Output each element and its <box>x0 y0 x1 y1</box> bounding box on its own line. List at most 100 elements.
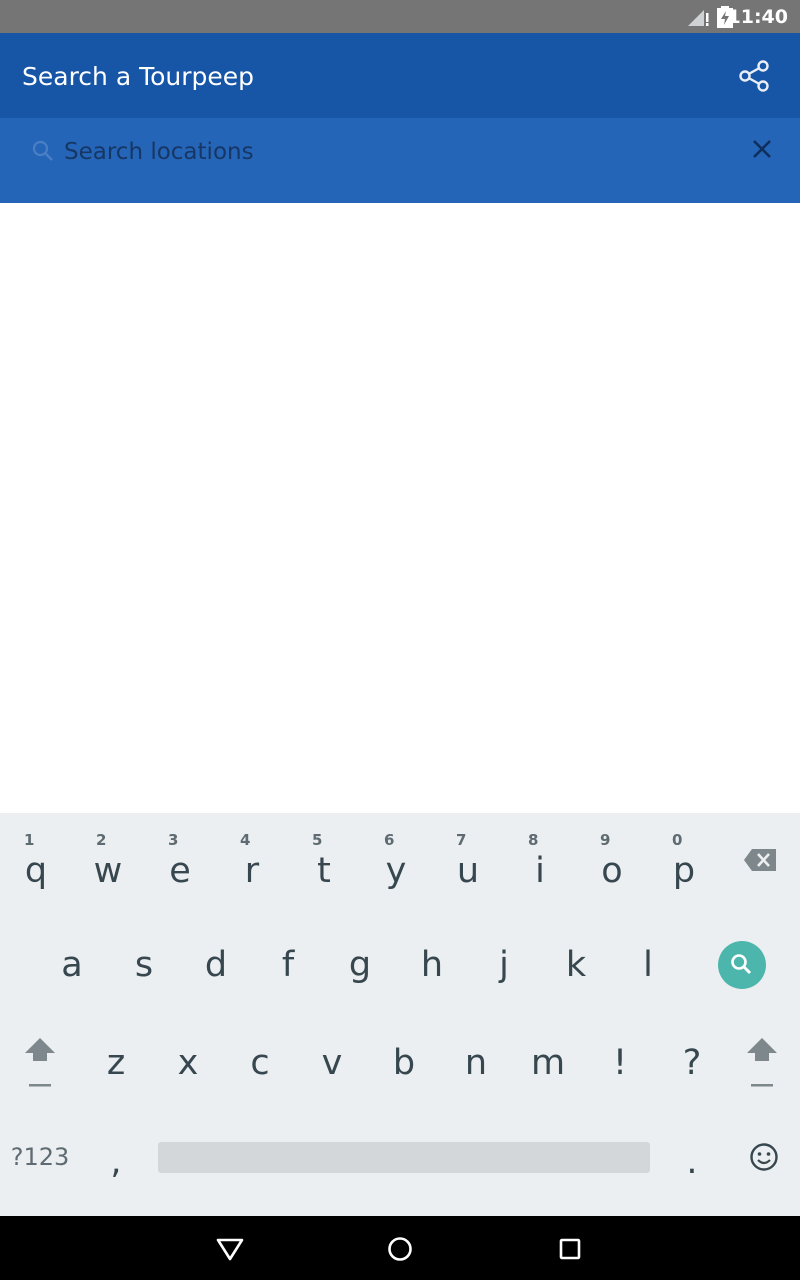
shift-key-right[interactable] <box>726 1019 798 1107</box>
key-v[interactable]: v <box>296 1019 368 1107</box>
key-hint: 5 <box>312 831 323 849</box>
key-label: z <box>106 1043 126 1083</box>
key-label: c <box>250 1043 270 1083</box>
page-title: Search a Tourpeep <box>22 62 255 91</box>
key-f[interactable]: f <box>252 921 324 1009</box>
search-icon <box>718 941 766 989</box>
key-label: i <box>535 851 545 891</box>
key-label: b <box>392 1043 416 1083</box>
key-label: d <box>204 945 228 985</box>
key-label: n <box>464 1043 488 1083</box>
emoji-icon <box>750 1143 778 1171</box>
key-d[interactable]: d <box>180 921 252 1009</box>
key-comma[interactable]: , <box>80 1117 152 1197</box>
key-label: y <box>385 851 407 891</box>
key-label: f <box>281 945 295 985</box>
key-label: w <box>93 851 123 891</box>
key-label: h <box>420 945 444 985</box>
search-icon <box>32 140 53 161</box>
key-hint: 4 <box>240 831 251 849</box>
search-action-key[interactable] <box>706 921 778 1009</box>
key-x[interactable]: x <box>152 1019 224 1107</box>
key-label: s <box>134 945 154 985</box>
recents-square-icon <box>559 1238 581 1260</box>
key-s[interactable]: s <box>108 921 180 1009</box>
key-p[interactable]: 0p <box>648 823 720 911</box>
recents-button[interactable] <box>550 1229 590 1269</box>
key-hint: 3 <box>168 831 179 849</box>
soft-keyboard: 1q 2w 3e 4r 5t 6y 7u 8i 9o 0p a s d f g … <box>0 813 800 1216</box>
spacebar[interactable] <box>158 1142 650 1173</box>
key-label: . <box>686 1142 698 1182</box>
key-label: t <box>317 851 331 891</box>
key-i[interactable]: 8i <box>504 823 576 911</box>
key-j[interactable]: j <box>468 921 540 1009</box>
key-w[interactable]: 2w <box>72 823 144 911</box>
shift-icon <box>747 1038 777 1087</box>
clear-search-button[interactable] <box>745 132 779 166</box>
key-hint: 1 <box>24 831 35 849</box>
key-y[interactable]: 6y <box>360 823 432 911</box>
key-h[interactable]: h <box>396 921 468 1009</box>
key-label: x <box>177 1043 199 1083</box>
key-hint: 8 <box>528 831 539 849</box>
key-q[interactable]: 1q <box>0 823 72 911</box>
search-input[interactable] <box>64 134 714 170</box>
close-icon <box>753 140 771 158</box>
share-icon <box>739 60 769 92</box>
key-label: ! <box>612 1043 628 1083</box>
key-label: j <box>499 945 509 985</box>
symbols-key[interactable]: ?123 <box>2 1117 78 1197</box>
key-question[interactable]: ? <box>656 1019 728 1107</box>
shift-key-left[interactable] <box>4 1019 76 1107</box>
signal-icon <box>688 10 709 26</box>
key-label: ?123 <box>10 1143 70 1171</box>
key-hint: 0 <box>672 831 683 849</box>
key-label: o <box>601 851 623 891</box>
app-bar: Search a Tourpeep <box>0 33 800 118</box>
key-label: a <box>61 945 83 985</box>
key-label: g <box>348 945 372 985</box>
key-label: l <box>643 945 653 985</box>
key-t[interactable]: 5t <box>288 823 360 911</box>
key-period[interactable]: . <box>656 1117 728 1197</box>
key-r[interactable]: 4r <box>216 823 288 911</box>
key-label: r <box>244 851 260 891</box>
key-label: m <box>530 1043 566 1083</box>
key-hint: 2 <box>96 831 107 849</box>
key-l[interactable]: l <box>612 921 684 1009</box>
key-b[interactable]: b <box>368 1019 440 1107</box>
shift-icon <box>25 1038 55 1087</box>
backspace-key[interactable] <box>724 823 796 911</box>
emoji-key[interactable] <box>728 1117 800 1197</box>
key-label: v <box>321 1043 343 1083</box>
key-label: q <box>24 851 48 891</box>
key-e[interactable]: 3e <box>144 823 216 911</box>
key-hint: 6 <box>384 831 395 849</box>
backspace-icon <box>744 849 776 871</box>
key-m[interactable]: m <box>512 1019 584 1107</box>
navigation-bar <box>0 1216 800 1280</box>
back-triangle-icon <box>216 1238 244 1261</box>
share-button[interactable] <box>730 55 778 97</box>
status-time: 11:40 <box>727 6 788 28</box>
key-k[interactable]: k <box>540 921 612 1009</box>
key-label: u <box>456 851 480 891</box>
key-a[interactable]: a <box>36 921 108 1009</box>
back-button[interactable] <box>210 1229 250 1269</box>
key-g[interactable]: g <box>324 921 396 1009</box>
home-circle-icon <box>388 1237 412 1261</box>
key-z[interactable]: z <box>80 1019 152 1107</box>
key-o[interactable]: 9o <box>576 823 648 911</box>
key-label: , <box>110 1142 122 1182</box>
home-button[interactable] <box>380 1229 420 1269</box>
search-results-area <box>0 203 800 813</box>
key-u[interactable]: 7u <box>432 823 504 911</box>
key-label: k <box>565 945 587 985</box>
key-n[interactable]: n <box>440 1019 512 1107</box>
key-hint: 9 <box>600 831 611 849</box>
key-label: e <box>169 851 191 891</box>
key-exclamation[interactable]: ! <box>584 1019 656 1107</box>
search-bar <box>0 118 800 203</box>
key-c[interactable]: c <box>224 1019 296 1107</box>
